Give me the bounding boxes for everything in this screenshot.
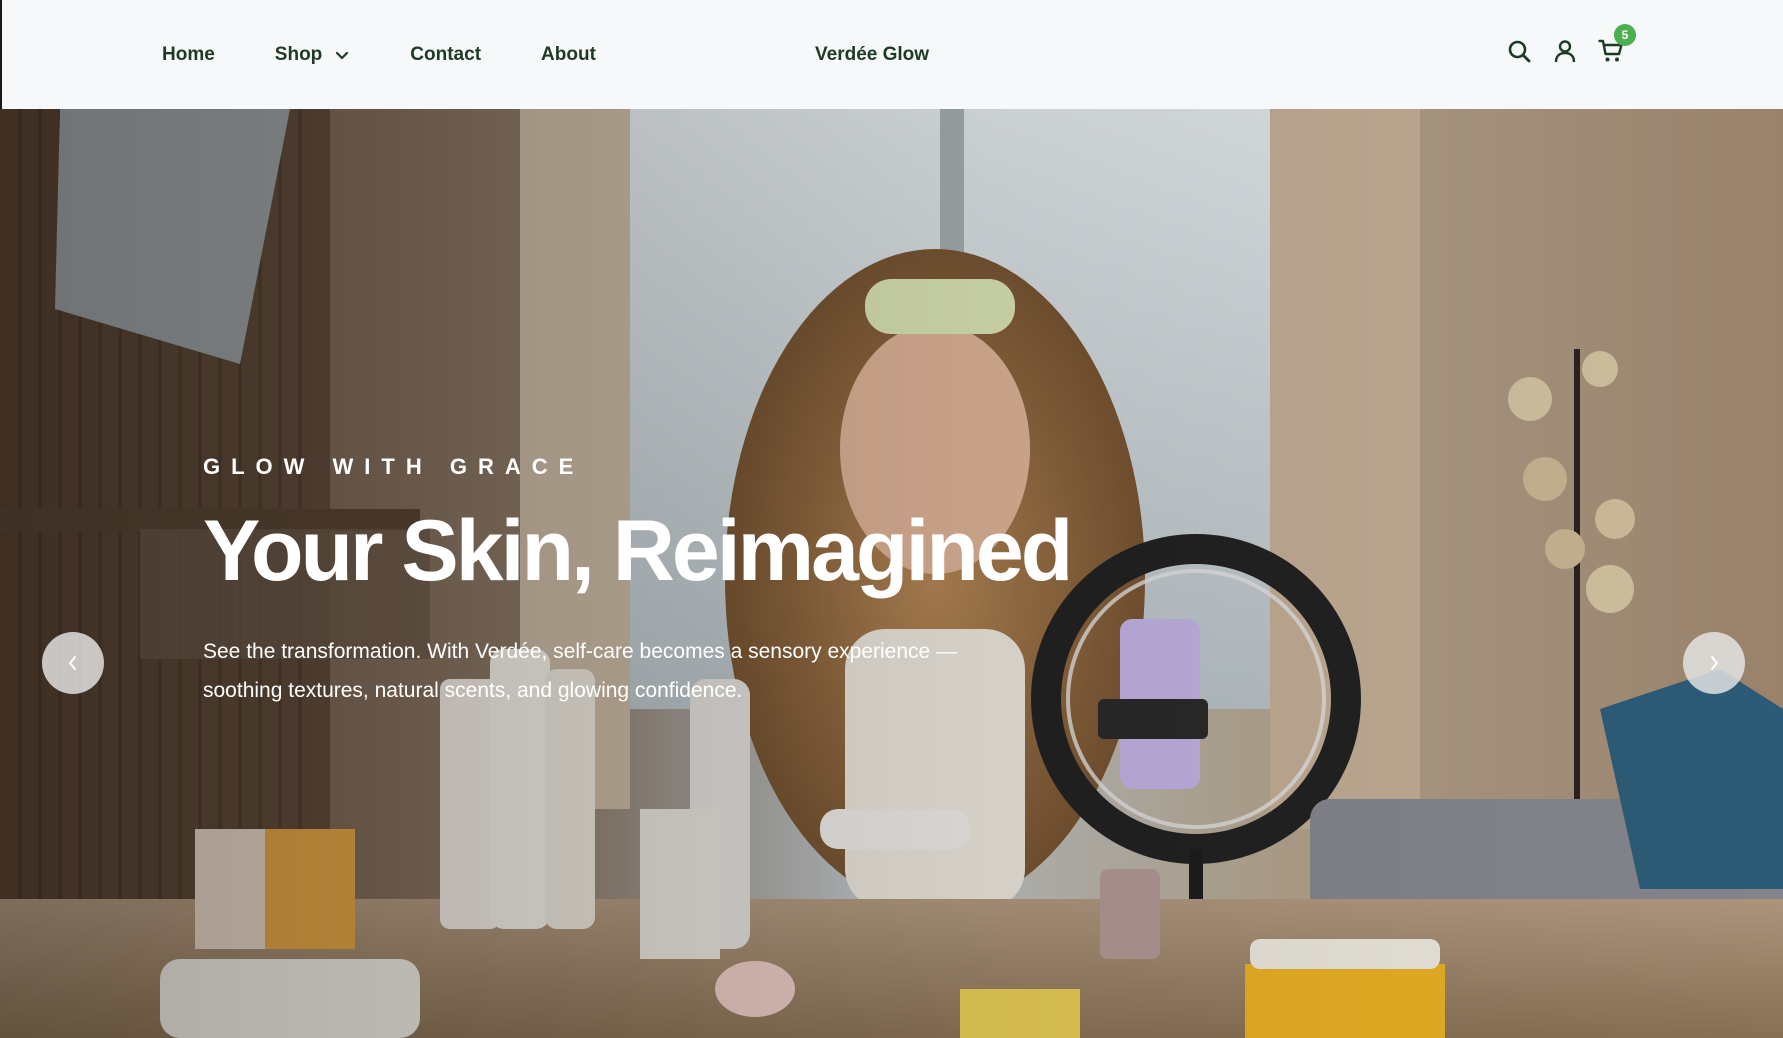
- slider-next-button[interactable]: [1683, 632, 1745, 694]
- site-header: Home Shop Contact About Verdée Glow 5: [0, 0, 1783, 109]
- search-button[interactable]: [1506, 38, 1532, 64]
- brand-logo[interactable]: Verdée Glow: [815, 0, 929, 109]
- hero-headline: Your Skin, Reimagined: [203, 503, 1073, 599]
- nav-shop-label: Shop: [274, 43, 323, 65]
- user-icon: [1554, 40, 1576, 63]
- hero-content: GLOW WITH GRACE Your Skin, Reimagined Se…: [203, 454, 1103, 710]
- chevron-down-icon: [336, 51, 349, 59]
- page: Home Shop Contact About Verdée Glow 5 GL…: [0, 0, 1783, 1038]
- cart-count-badge: 5: [1614, 24, 1636, 46]
- cart-button[interactable]: 5: [1598, 24, 1636, 64]
- search-icon: [1508, 40, 1531, 63]
- chevron-right-icon: [1711, 656, 1718, 670]
- hero-eyebrow: GLOW WITH GRACE: [203, 454, 585, 479]
- chevron-left-icon: [69, 656, 76, 670]
- hero-description: See the transformation. With Verdée, sel…: [203, 640, 958, 702]
- slider-prev-button[interactable]: [42, 632, 104, 694]
- nav-about-link[interactable]: About: [541, 44, 596, 66]
- nav-home-link[interactable]: Home: [162, 44, 215, 66]
- nav-contact-link[interactable]: Contact: [410, 44, 481, 66]
- account-button[interactable]: [1552, 38, 1578, 64]
- header-actions: 5: [1506, 24, 1636, 64]
- hero-slider: GLOW WITH GRACE Your Skin, Reimagined Se…: [0, 109, 1783, 1038]
- main-nav: Home Shop Contact About: [162, 0, 596, 109]
- nav-shop-dropdown[interactable]: Shop: [275, 44, 351, 66]
